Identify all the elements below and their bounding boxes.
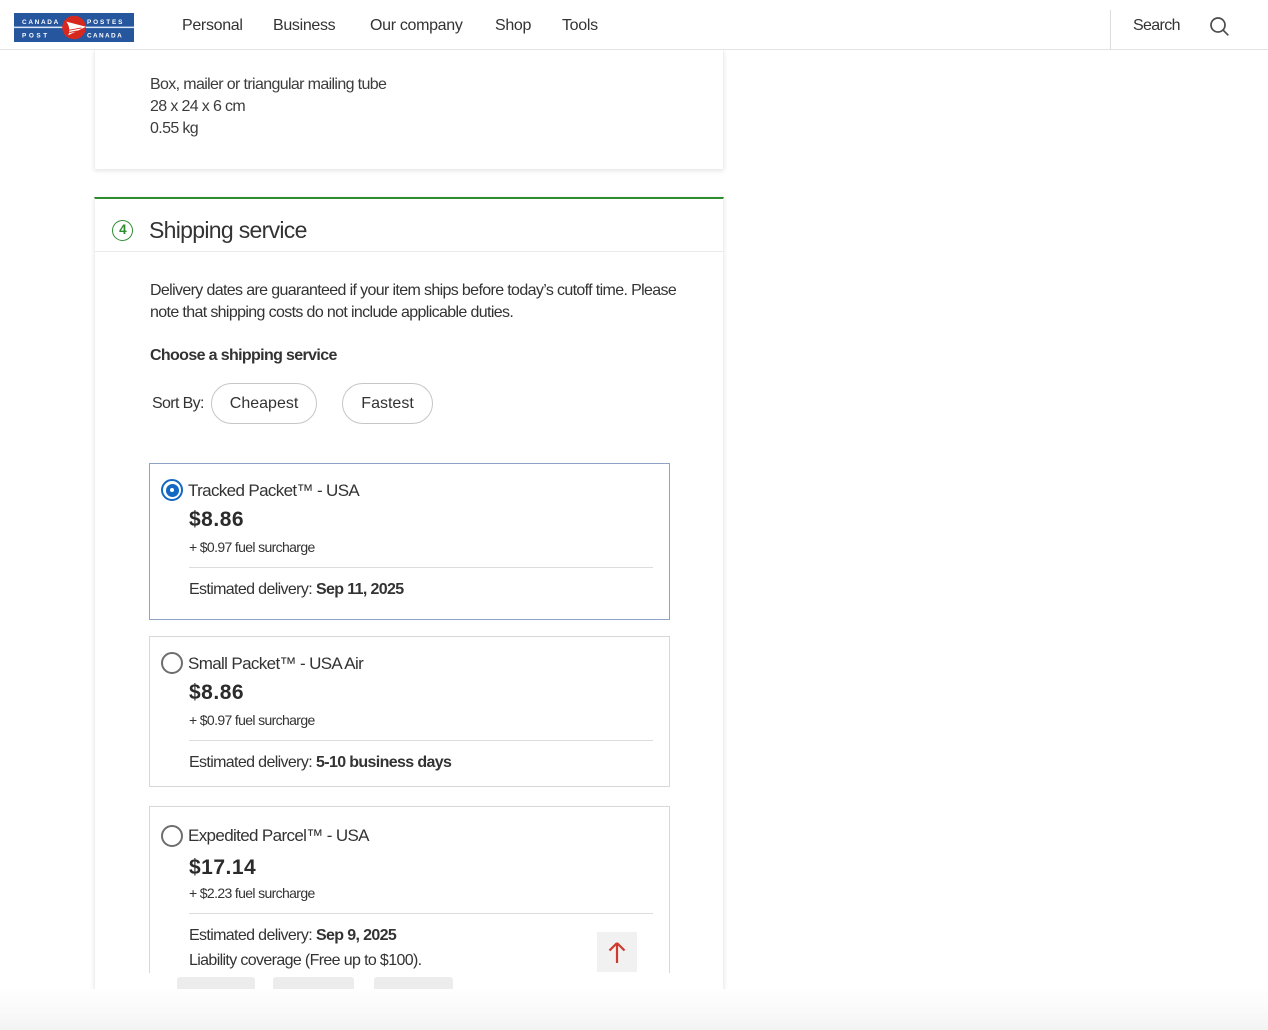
svg-text:POST: POST <box>22 33 50 40</box>
sort-fastest-button[interactable]: Fastest <box>342 383 432 424</box>
service-name: Expedited Parcel™ - USA <box>188 824 369 848</box>
section-header: 4 Shipping service <box>95 199 723 252</box>
service-surcharge: + $2.23 fuel surcharge <box>189 884 315 902</box>
delivery-label: Estimated delivery: <box>189 927 312 944</box>
package-type: Box, mailer or triangular mailing tube <box>150 74 386 96</box>
service-delivery: Estimated delivery:Sep 9, 2025 <box>189 925 396 947</box>
nav-tools[interactable]: Tools <box>562 2 598 50</box>
service-surcharge: + $0.97 fuel surcharge <box>189 538 315 556</box>
search-icon[interactable] <box>1209 16 1230 37</box>
delivery-value: Sep 11, 2025 <box>316 581 404 598</box>
delivery-label: Estimated delivery: <box>189 581 312 598</box>
service-price: $8.86 <box>189 505 244 534</box>
canada-post-logo[interactable]: CANADA POST POSTES CANADA <box>14 13 134 42</box>
service-option-tracked-packet[interactable]: Tracked Packet™ - USA $8.86 + $0.97 fuel… <box>149 463 670 620</box>
service-delivery: Estimated delivery:Sep 11, 2025 <box>189 579 404 601</box>
sort-cheapest-button[interactable]: Cheapest <box>211 383 318 424</box>
page: CANADA POST POSTES CANADA Personal Busin… <box>0 0 1268 1030</box>
step-number-badge: 4 <box>112 220 133 241</box>
divider <box>189 913 653 914</box>
service-surcharge: + $0.97 fuel surcharge <box>189 711 315 729</box>
search-button[interactable]: Search <box>1133 2 1230 50</box>
nav-business[interactable]: Business <box>273 2 335 50</box>
svg-text:CANADA: CANADA <box>22 19 60 26</box>
package-summary-card: Box, mailer or triangular mailing tube 2… <box>94 50 724 169</box>
service-options: Tracked Packet™ - USA $8.86 + $0.97 fuel… <box>149 463 670 973</box>
svg-text:CANADA: CANADA <box>87 33 123 40</box>
svg-text:POSTES: POSTES <box>87 19 124 26</box>
service-liability-note: Liability coverage (Free up to $100). <box>189 950 421 972</box>
radio-button[interactable] <box>161 652 183 674</box>
service-price: $8.86 <box>189 678 244 707</box>
nav-personal[interactable]: Personal <box>182 2 243 50</box>
sort-row: Sort By: Cheapest Fastest <box>152 383 433 424</box>
radio-button[interactable] <box>161 825 183 847</box>
section-title: Shipping service <box>149 215 307 245</box>
radio-button[interactable] <box>161 479 183 501</box>
service-name: Small Packet™ - USA Air <box>188 652 363 676</box>
divider <box>189 567 653 568</box>
search-label: Search <box>1133 17 1180 35</box>
divider <box>189 740 653 741</box>
service-option-small-packet[interactable]: Small Packet™ - USA Air $8.86 + $0.97 fu… <box>149 636 670 787</box>
package-dimensions: 28 x 24 x 6 cm <box>150 96 386 118</box>
service-option-expedited-parcel[interactable]: Expedited Parcel™ - USA $17.14 + $2.23 f… <box>149 806 670 973</box>
delivery-value: 5-10 business days <box>316 754 451 771</box>
nav-shop[interactable]: Shop <box>495 2 531 50</box>
package-weight: 0.55 kg <box>150 118 386 140</box>
sort-by-label: Sort By: <box>152 395 204 413</box>
back-to-top-button[interactable] <box>597 932 637 972</box>
footer-band <box>0 989 1268 1030</box>
service-name: Tracked Packet™ - USA <box>188 479 359 503</box>
section-intro: Delivery dates are guaranteed if your it… <box>150 280 690 324</box>
delivery-value: Sep 9, 2025 <box>316 927 396 944</box>
up-arrow-icon <box>605 938 629 966</box>
choose-service-label: Choose a shipping service <box>150 347 337 365</box>
nav-our-company[interactable]: Our company <box>370 2 463 50</box>
header: CANADA POST POSTES CANADA Personal Busin… <box>0 0 1268 50</box>
shipping-service-section: 4 Shipping service Delivery dates are gu… <box>94 197 724 1030</box>
header-divider <box>1110 10 1111 50</box>
package-summary-text: Box, mailer or triangular mailing tube 2… <box>150 74 386 140</box>
radio-dot <box>166 484 179 497</box>
service-delivery: Estimated delivery:5-10 business days <box>189 752 451 774</box>
service-price: $17.14 <box>189 853 256 882</box>
delivery-label: Estimated delivery: <box>189 754 312 771</box>
